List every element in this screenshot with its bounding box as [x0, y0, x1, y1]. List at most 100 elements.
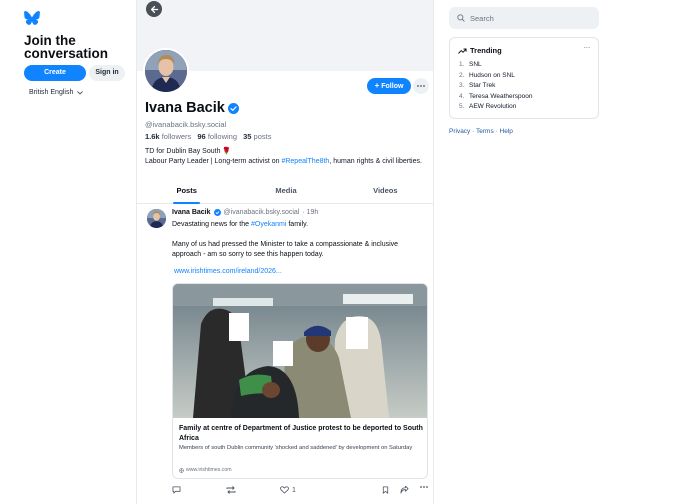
- help-link[interactable]: Help: [500, 128, 513, 135]
- face-redaction: [229, 313, 249, 341]
- profile-avatar[interactable]: [143, 48, 189, 94]
- verified-badge-icon: [213, 209, 221, 216]
- ellipsis-icon: [417, 85, 425, 87]
- post-paragraph-1: Devastating news for the #Oyekanmi famil…: [172, 220, 428, 230]
- bio-text-end: , human rights & civil liberties.: [329, 158, 422, 165]
- trending-item[interactable]: 5. AEW Revolution: [459, 102, 532, 113]
- follow-label: Follow: [381, 82, 404, 90]
- verified-badge-icon: [227, 102, 239, 114]
- heart-icon: [280, 486, 289, 494]
- right-sidebar: Trending ··· 1. SNL 2. Hudson on SNL 3. Sta…: [435, 0, 680, 504]
- link-preview-card[interactable]: Family at centre of Department of Justic…: [172, 283, 428, 479]
- trending-up-icon: [458, 48, 467, 54]
- profile-stats: 1.6k followers 96 following 35 posts: [145, 132, 275, 141]
- separator: ·: [495, 128, 498, 135]
- bookmark-button[interactable]: [382, 486, 389, 494]
- search-icon: [457, 14, 465, 22]
- share-button[interactable]: [400, 486, 409, 494]
- join-title: Join the conversation: [24, 33, 109, 61]
- sign-in-button[interactable]: Sign in: [89, 65, 125, 81]
- terms-link[interactable]: Terms: [476, 128, 494, 135]
- trending-label: Star Trek: [469, 82, 496, 89]
- face-redaction: [346, 317, 368, 349]
- posts-label: posts: [253, 132, 272, 141]
- post-header: Ivana Bacik @ivanabacik.bsky.social · 19…: [172, 209, 318, 216]
- tab-media[interactable]: Media: [236, 186, 335, 203]
- trending-item[interactable]: 2. Hudson on SNL: [459, 71, 532, 82]
- profile-more-button[interactable]: [413, 78, 429, 94]
- trending-rank: 4.: [459, 92, 465, 100]
- plus-icon: +: [374, 81, 380, 90]
- avatar-image: [147, 209, 166, 228]
- post-hashtag-link[interactable]: #Oyekanmi: [251, 221, 286, 228]
- profile-column: + Follow Ivana Bacik @ivanabacik.bsky.so…: [136, 0, 434, 504]
- privacy-link[interactable]: Privacy: [449, 128, 470, 135]
- profile-name: Ivana Bacik: [145, 100, 239, 116]
- search-box[interactable]: [449, 7, 599, 29]
- profile-name-text: Ivana Bacik: [145, 100, 225, 116]
- repost-icon: [226, 486, 236, 494]
- post-author-name[interactable]: Ivana Bacik: [172, 209, 211, 216]
- post-timestamp[interactable]: · 19h: [302, 209, 318, 216]
- bio-text: Labour Party Leader | Long-term activist…: [145, 158, 282, 165]
- left-sidebar: Join the conversation Create account Sig…: [0, 0, 136, 504]
- trending-rank: 5.: [459, 103, 465, 110]
- follow-button[interactable]: + Follow: [367, 78, 411, 94]
- like-button[interactable]: 1: [280, 486, 296, 494]
- trending-item[interactable]: 3. Star Trek: [459, 81, 532, 92]
- post-paragraph-2: Many of us had pressed the Minister to t…: [172, 241, 399, 258]
- trending-label: SNL: [469, 61, 482, 68]
- trending-rank: 3.: [459, 82, 465, 89]
- following-count[interactable]: 96: [197, 132, 205, 141]
- bio-line-1: TD for Dublin Bay South 🌹: [145, 148, 232, 155]
- trending-item[interactable]: 1. SNL: [459, 60, 532, 71]
- chevron-down-icon: [77, 90, 84, 95]
- post-external-link[interactable]: www.irishtimes.com/ireland/2026...: [174, 268, 282, 275]
- create-account-button[interactable]: Create account: [24, 65, 86, 92]
- footer-links: Privacy · Terms · Help: [449, 128, 513, 135]
- link-preview-domain: www.irishtimes.com: [186, 467, 232, 473]
- post-author-handle[interactable]: @ivanabacik.bsky.social: [224, 209, 300, 216]
- post-body: Devastating news for the #Oyekanmi famil…: [172, 220, 428, 270]
- globe-icon: [179, 467, 184, 473]
- share-icon: [400, 486, 409, 494]
- followers-count[interactable]: 1.6k: [145, 132, 160, 141]
- post-more-button[interactable]: [420, 486, 428, 488]
- trending-list: 1. SNL 2. Hudson on SNL 3. Star Trek 4. Tere…: [459, 60, 532, 113]
- link-preview-image: [173, 284, 427, 418]
- tab-videos[interactable]: Videos: [336, 186, 433, 203]
- post-author-avatar[interactable]: [147, 209, 166, 228]
- profile-handle: @ivanabacik.bsky.social: [145, 120, 227, 129]
- avatar-image: [145, 50, 187, 92]
- bookmark-icon: [382, 486, 389, 494]
- ellipsis-icon: [420, 486, 428, 488]
- trending-header: Trending: [458, 46, 502, 55]
- link-preview-description: Members of south Dublin community 'shock…: [179, 445, 413, 451]
- bluesky-butterfly-icon[interactable]: [24, 11, 40, 25]
- trending-rank: 2.: [459, 71, 465, 79]
- following-label[interactable]: following: [208, 132, 237, 141]
- trending-label: AEW Revolution: [469, 103, 517, 110]
- tab-posts[interactable]: Posts: [137, 186, 236, 204]
- reply-icon: [172, 486, 181, 494]
- language-select[interactable]: British English: [29, 89, 84, 96]
- followers-label[interactable]: followers: [162, 132, 192, 141]
- trending-item[interactable]: 4. Teresa Weatherspoon: [459, 92, 532, 103]
- bio-hashtag-link[interactable]: #RepealThe8th: [281, 158, 329, 165]
- back-button[interactable]: [146, 1, 162, 17]
- trending-rank: 1.: [459, 61, 465, 68]
- post-text-end: family.: [286, 221, 309, 228]
- search-input[interactable]: [470, 13, 590, 23]
- separator: ·: [472, 128, 475, 135]
- face-redaction: [273, 341, 293, 366]
- arrow-left-icon: [150, 5, 158, 13]
- trending-label: Teresa Weatherspoon: [469, 92, 533, 100]
- trending-more-icon[interactable]: ···: [584, 43, 591, 52]
- repost-button[interactable]: [226, 486, 236, 494]
- post-text: Devastating news for the: [172, 221, 251, 228]
- link-preview-source: www.irishtimes.com: [179, 467, 232, 473]
- trending-label: Hudson on SNL: [469, 71, 515, 79]
- profile-tabs: Posts Media Videos: [137, 186, 433, 204]
- posts-count: 35: [243, 132, 252, 141]
- reply-button[interactable]: [172, 486, 181, 494]
